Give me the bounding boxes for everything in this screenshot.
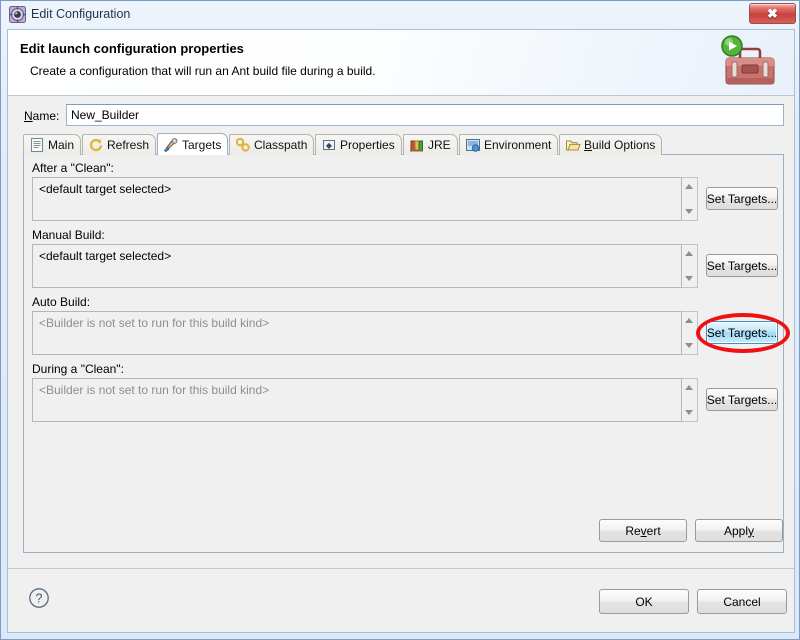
page-subtitle: Create a configuration that will run an … bbox=[30, 64, 376, 78]
scroll-down-icon[interactable] bbox=[685, 410, 693, 415]
group-label-auto-build: Auto Build: bbox=[32, 295, 91, 309]
refresh-icon bbox=[88, 137, 104, 153]
tab-main[interactable]: Main bbox=[23, 134, 81, 155]
tab-build-options[interactable]: Build Options bbox=[559, 134, 662, 155]
tab-properties[interactable]: ◆ Properties bbox=[315, 134, 402, 155]
ok-button[interactable]: OK bbox=[599, 589, 689, 614]
revert-post: ert bbox=[646, 523, 661, 538]
help-question-icon[interactable]: ? bbox=[28, 587, 50, 609]
set-targets-button-after-clean[interactable]: Set Targets... bbox=[706, 187, 778, 210]
apply-accel: y bbox=[748, 523, 755, 538]
group-label-after-clean: After a "Clean": bbox=[32, 161, 114, 175]
targets-value-after-clean[interactable]: <default target selected> bbox=[32, 177, 682, 221]
dialog-header: Edit launch configuration properties Cre… bbox=[8, 30, 794, 96]
scroll-down-icon[interactable] bbox=[685, 209, 693, 214]
scrollbar-manual-build[interactable] bbox=[682, 244, 698, 288]
group-label-during-clean: During a "Clean": bbox=[32, 362, 124, 376]
tab-refresh[interactable]: Refresh bbox=[82, 134, 156, 155]
svg-text:?: ? bbox=[36, 591, 43, 605]
scroll-up-icon[interactable] bbox=[685, 251, 693, 256]
set-targets-button-manual-build[interactable]: Set Targets... bbox=[706, 254, 778, 277]
scroll-up-icon[interactable] bbox=[685, 184, 693, 189]
environment-icon bbox=[465, 137, 481, 153]
document-icon bbox=[29, 137, 45, 153]
apply-pre: Appl bbox=[723, 523, 749, 538]
tab-classpath[interactable]: Classpath bbox=[229, 134, 314, 155]
scrollbar-during-clean[interactable] bbox=[682, 378, 698, 422]
tab-label: Build Options bbox=[584, 138, 656, 152]
dialog-footer: ? OK Cancel bbox=[8, 568, 794, 632]
close-button[interactable]: ✖ bbox=[749, 3, 796, 24]
targets-value-manual-build[interactable]: <default target selected> bbox=[32, 244, 682, 288]
tab-label: Properties bbox=[340, 138, 395, 152]
name-label-rest: ame: bbox=[32, 109, 60, 123]
set-targets-button-during-clean[interactable]: Set Targets... bbox=[706, 388, 778, 411]
tab-label: Classpath bbox=[254, 138, 308, 152]
folder-icon bbox=[565, 137, 581, 153]
targets-value-during-clean[interactable]: <Builder is not set to run for this buil… bbox=[32, 378, 682, 422]
revert-button[interactable]: Re v ert bbox=[599, 519, 687, 542]
scroll-up-icon[interactable] bbox=[685, 385, 693, 390]
set-targets-button-auto-build[interactable]: Set Targets... bbox=[706, 321, 778, 344]
dialog-body: Edit launch configuration properties Cre… bbox=[7, 29, 795, 633]
properties-icon: ◆ bbox=[321, 137, 337, 153]
targets-icon bbox=[163, 137, 179, 153]
tab-label: JRE bbox=[428, 138, 451, 152]
tab-label: Environment bbox=[484, 138, 552, 152]
tab-label: Main bbox=[48, 138, 75, 152]
page-title: Edit launch configuration properties bbox=[20, 41, 244, 56]
name-input[interactable] bbox=[66, 104, 784, 126]
jre-icon bbox=[409, 137, 425, 153]
config-gear-icon bbox=[9, 6, 26, 23]
close-icon: ✖ bbox=[767, 6, 778, 21]
scroll-down-icon[interactable] bbox=[685, 276, 693, 281]
scroll-down-icon[interactable] bbox=[685, 343, 693, 348]
name-label-accel: N bbox=[24, 109, 33, 123]
window-title: Edit Configuration bbox=[31, 7, 131, 21]
tab-strip: Main Refresh Targets Classpath ◆ Properties JR… bbox=[23, 133, 784, 155]
scrollbar-after-clean[interactable] bbox=[682, 177, 698, 221]
apply-button[interactable]: Appl y bbox=[695, 519, 783, 542]
scroll-up-icon[interactable] bbox=[685, 318, 693, 323]
targets-value-auto-build[interactable]: <Builder is not set to run for this buil… bbox=[32, 311, 682, 355]
title-bar: Edit Configuration ✖ bbox=[1, 1, 800, 29]
cancel-button[interactable]: Cancel bbox=[697, 589, 787, 614]
name-label: Name: bbox=[24, 109, 59, 123]
tab-environment[interactable]: Environment bbox=[459, 134, 558, 155]
tab-targets[interactable]: Targets bbox=[157, 133, 228, 155]
edit-configuration-window: Edit Configuration ✖ Edit launch configu… bbox=[0, 0, 800, 640]
tab-jre[interactable]: JRE bbox=[403, 134, 458, 155]
targets-tab-panel: After a "Clean": <default target selecte… bbox=[23, 155, 790, 553]
tab-label: Refresh bbox=[107, 138, 150, 152]
tab-label: Targets bbox=[182, 137, 222, 152]
scrollbar-auto-build[interactable] bbox=[682, 311, 698, 355]
toolbox-with-run-badge-icon bbox=[712, 34, 784, 92]
svg-text:◆: ◆ bbox=[326, 141, 333, 150]
group-label-manual-build: Manual Build: bbox=[32, 228, 105, 242]
classpath-icon bbox=[235, 137, 251, 153]
dialog-content: Name: Main Refresh Targets Classpath ◆ Proper… bbox=[8, 96, 794, 568]
revert-pre: Re bbox=[625, 523, 641, 538]
